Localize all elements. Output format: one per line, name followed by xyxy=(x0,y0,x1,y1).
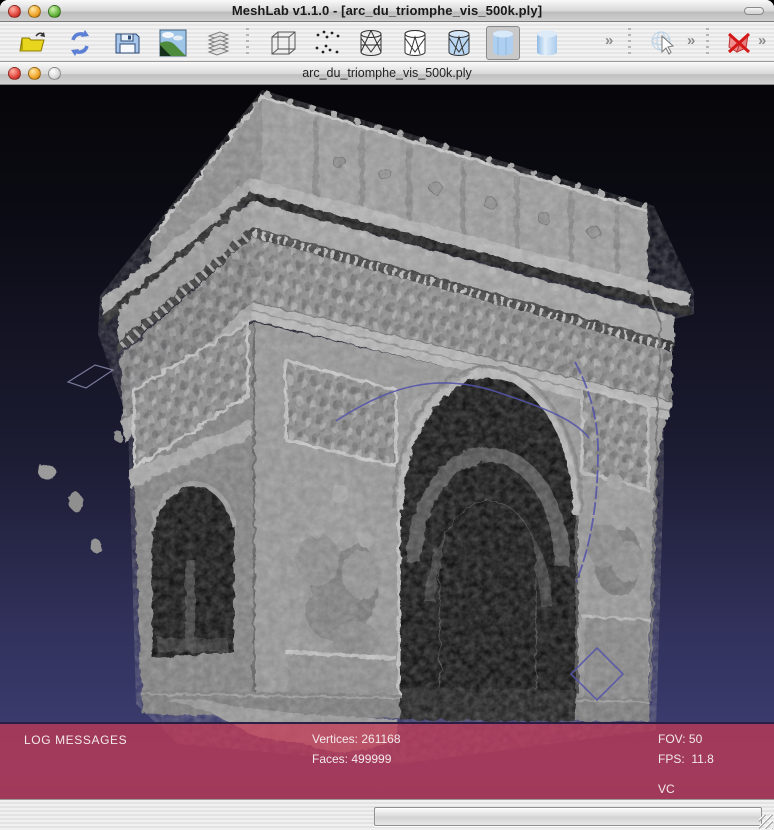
trackball-manipulator-button[interactable] xyxy=(646,26,680,60)
toolbar-overflow-chevron[interactable]: » xyxy=(605,32,613,49)
reload-button[interactable] xyxy=(63,26,97,60)
bounding-box-mode-button[interactable] xyxy=(266,26,300,60)
hidden-lines-mode-button[interactable] xyxy=(398,26,432,60)
points-icon xyxy=(312,28,342,58)
points-mode-button[interactable] xyxy=(310,26,344,60)
flat-shading-mode-button[interactable] xyxy=(486,26,520,60)
wireframe-icon xyxy=(356,28,386,58)
smooth-shading-icon xyxy=(532,28,562,58)
statusbar xyxy=(0,799,774,830)
delete-red-x-icon xyxy=(724,28,754,58)
flat-lines-mode-button[interactable] xyxy=(442,26,476,60)
snapshot-icon xyxy=(159,29,187,57)
reload-icon xyxy=(65,28,95,58)
document-title: arc_du_triomphe_vis_500k.ply xyxy=(0,66,774,80)
toolbar-toggle-button[interactable] xyxy=(744,7,764,15)
color-mode-indicator: VC xyxy=(658,782,675,796)
vertices-count: Vertices: 261168 xyxy=(312,732,401,746)
mesh-texture-overlay xyxy=(60,88,720,788)
progress-bar xyxy=(374,807,762,826)
log-messages-bar: LOG MESSAGES Vertices: 261168 Faces: 499… xyxy=(0,722,774,799)
resize-grip[interactable] xyxy=(759,815,773,829)
toolbar-separator xyxy=(628,28,631,58)
layers-button[interactable] xyxy=(201,26,235,60)
snapshot-button[interactable] xyxy=(156,26,190,60)
bounding-box-icon xyxy=(268,28,298,58)
toolbar-separator xyxy=(246,28,249,58)
toolbar-overflow-chevron[interactable]: » xyxy=(758,32,766,49)
gl-viewport[interactable]: LOG MESSAGES Vertices: 261168 Faces: 499… xyxy=(0,85,774,799)
titlebar[interactable]: MeshLab v1.1.0 - [arc_du_triomphe_vis_50… xyxy=(0,0,774,22)
toolbar: » » » xyxy=(0,22,774,62)
flat-lines-icon xyxy=(444,28,474,58)
open-folder-icon xyxy=(18,28,48,58)
fov-value: FOV: 50 xyxy=(658,732,702,746)
viewport-canvas[interactable] xyxy=(0,85,774,799)
open-button[interactable] xyxy=(16,26,50,60)
delete-mesh-button[interactable] xyxy=(722,26,756,60)
trackball-globe-cursor-icon xyxy=(648,28,678,58)
toolbar-overflow-chevron[interactable]: » xyxy=(687,32,695,49)
meshlab-window: MeshLab v1.1.0 - [arc_du_triomphe_vis_50… xyxy=(0,0,774,830)
fps-value: FPS: 11.8 xyxy=(658,752,714,766)
layers-icon xyxy=(203,28,233,58)
save-button[interactable] xyxy=(110,26,144,60)
flat-shading-icon xyxy=(488,28,518,58)
faces-count: Faces: 499999 xyxy=(312,752,391,766)
log-messages-title: LOG MESSAGES xyxy=(24,733,127,747)
window-title: MeshLab v1.1.0 - [arc_du_triomphe_vis_50… xyxy=(0,3,774,18)
save-floppy-icon xyxy=(112,28,142,58)
hidden-lines-icon xyxy=(400,28,430,58)
smooth-shading-mode-button[interactable] xyxy=(530,26,564,60)
wireframe-mode-button[interactable] xyxy=(354,26,388,60)
toolbar-separator xyxy=(706,28,709,58)
document-titlebar[interactable]: arc_du_triomphe_vis_500k.ply xyxy=(0,62,774,85)
